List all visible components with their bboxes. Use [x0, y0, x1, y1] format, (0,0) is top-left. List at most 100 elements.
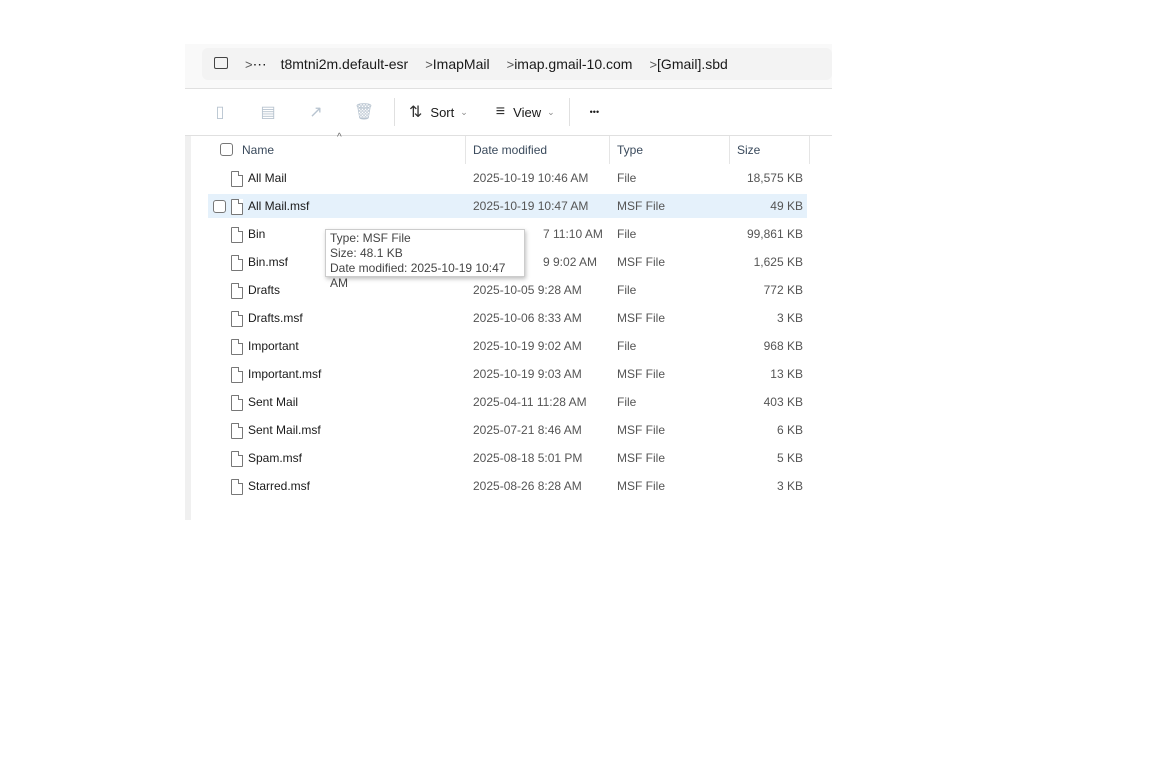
- column-size[interactable]: Size: [730, 136, 810, 164]
- divider: [394, 98, 395, 126]
- file-name: All Mail: [248, 171, 287, 185]
- file-row[interactable]: Important.msf 2025-10-19 9:03 AM MSF File 1…: [208, 362, 807, 386]
- chevron-right-icon[interactable]: >: [425, 57, 433, 72]
- computer-icon[interactable]: [214, 57, 228, 69]
- file-size: 3 KB: [776, 479, 803, 493]
- file-size: 49 KB: [770, 199, 803, 213]
- file-date: 2025-08-18 5:01 PM: [473, 451, 583, 465]
- file-icon: [231, 423, 243, 439]
- column-date-modified[interactable]: Date modified: [466, 136, 610, 164]
- file-icon: [231, 367, 243, 383]
- file-type: MSF File: [617, 479, 665, 493]
- chevron-right-icon[interactable]: >: [245, 57, 253, 72]
- file-icon: [231, 311, 243, 327]
- breadcrumb-item[interactable]: [Gmail].sbd: [657, 56, 728, 72]
- select-all-checkbox[interactable]: [220, 143, 233, 156]
- file-type: MSF File: [617, 255, 665, 269]
- file-row[interactable]: All Mail 2025-10-19 10:46 AM File 18,575 KB: [208, 166, 807, 190]
- file-date: 2025-10-19 10:47 AM: [473, 199, 589, 213]
- file-type: MSF File: [617, 367, 665, 381]
- file-row[interactable]: Drafts.msf 2025-10-06 8:33 AM MSF File 3 KB: [208, 306, 807, 330]
- file-size: 6 KB: [776, 423, 803, 437]
- file-date: 9 9:02 AM: [543, 255, 598, 269]
- file-date: 2025-10-19 10:46 AM: [473, 171, 589, 185]
- file-name: Important.msf: [248, 367, 322, 381]
- file-name: Sent Mail.msf: [248, 423, 321, 437]
- file-name: Drafts.msf: [248, 311, 303, 325]
- navigation-pane-edge: [185, 136, 191, 520]
- file-size: 772 KB: [763, 283, 803, 297]
- file-name: Bin.msf: [248, 255, 289, 269]
- file-size: 3 KB: [776, 311, 803, 325]
- file-icon: [231, 479, 243, 495]
- clipboard-icon[interactable]: ▯: [196, 102, 244, 122]
- file-row[interactable]: Spam.msf 2025-08-18 5:01 PM MSF File 5 KB: [208, 446, 807, 470]
- breadcrumb-overflow[interactable]: ⋯: [253, 56, 267, 73]
- sort-icon: ⇅: [409, 104, 423, 121]
- breadcrumb-item[interactable]: t8mtni2m.default-esr: [281, 56, 409, 72]
- file-type: File: [617, 339, 637, 353]
- rename-icon[interactable]: ▤: [244, 102, 292, 122]
- divider: [568, 98, 570, 126]
- file-name: Spam.msf: [248, 451, 303, 465]
- file-icon: [231, 255, 243, 271]
- chevron-right-icon[interactable]: >: [649, 57, 657, 72]
- file-date: 2025-10-06 8:33 AM: [473, 311, 582, 325]
- file-size: 1,625 KB: [753, 255, 803, 269]
- file-icon: [231, 199, 243, 215]
- file-name: Bin: [248, 227, 266, 241]
- chevron-down-icon: ⌄: [460, 106, 468, 117]
- breadcrumb-item[interactable]: imap.gmail-10.com: [514, 56, 632, 72]
- view-button[interactable]: ≡ View ⌄: [488, 103, 563, 121]
- column-type[interactable]: Type: [610, 136, 730, 164]
- file-type: MSF File: [617, 451, 665, 465]
- file-row[interactable]: Starred.msf 2025-08-26 8:28 AM MSF File 3 K…: [208, 474, 807, 498]
- file-size: 18,575 KB: [746, 171, 803, 185]
- chevron-right-icon[interactable]: >: [507, 57, 515, 72]
- file-row[interactable]: Sent Mail 2025-04-11 11:28 AM File 403 KB: [208, 390, 807, 414]
- address-bar: > ⋯ t8mtni2m.default-esr > ImapMail > im…: [185, 44, 832, 89]
- file-row[interactable]: Important 2025-10-19 9:02 AM File 968 KB: [208, 334, 807, 358]
- file-row[interactable]: All Mail.msf 2025-10-19 10:47 AM MSF File 4…: [208, 194, 807, 218]
- file-name: Drafts: [248, 283, 281, 297]
- file-size: 99,861 KB: [746, 227, 803, 241]
- command-bar: ▯ ▤ ↗ 🗑︎ ⇅ Sort ⌄ ≡ View ⌄ •••: [185, 89, 832, 136]
- file-tooltip: Type: MSF File Size: 48.1 KB Date modifi…: [325, 229, 525, 290]
- file-type: File: [617, 283, 637, 297]
- column-header: ^ Name Date modified Type Size: [185, 132, 832, 164]
- breadcrumb[interactable]: > ⋯ t8mtni2m.default-esr > ImapMail > im…: [202, 48, 832, 80]
- file-type: File: [617, 227, 637, 241]
- view-label: View: [513, 104, 542, 120]
- file-name: Starred.msf: [248, 479, 311, 493]
- file-icon: [231, 283, 243, 299]
- trash-icon[interactable]: 🗑︎: [340, 102, 388, 122]
- file-date: 2025-10-19 9:03 AM: [473, 367, 582, 381]
- file-icon: [231, 395, 243, 411]
- file-size: 968 KB: [763, 339, 803, 353]
- file-name: All Mail.msf: [248, 199, 310, 213]
- file-type: MSF File: [617, 199, 665, 213]
- breadcrumb-item[interactable]: ImapMail: [433, 56, 490, 72]
- file-type: File: [617, 171, 637, 185]
- share-icon[interactable]: ↗: [292, 102, 340, 122]
- file-icon: [231, 451, 243, 467]
- file-type: MSF File: [617, 311, 665, 325]
- sort-button[interactable]: ⇅ Sort ⌄: [401, 102, 476, 122]
- file-date: 2025-10-19 9:02 AM: [473, 339, 582, 353]
- file-size: 403 KB: [763, 395, 803, 409]
- file-icon: [231, 171, 243, 187]
- column-name[interactable]: Name: [208, 136, 466, 164]
- file-date: 2025-07-21 8:46 AM: [473, 423, 582, 437]
- view-icon: ≡: [495, 103, 506, 120]
- sort-label: Sort: [430, 104, 455, 120]
- file-size: 5 KB: [776, 451, 803, 465]
- file-date: 7 11:10 AM: [543, 227, 603, 241]
- file-name: Sent Mail: [248, 395, 299, 409]
- file-type: MSF File: [617, 423, 665, 437]
- row-checkbox[interactable]: [213, 200, 226, 213]
- file-date: 2025-08-26 8:28 AM: [473, 479, 582, 493]
- chevron-down-icon: ⌄: [547, 106, 555, 117]
- more-options-button[interactable]: •••: [582, 107, 607, 117]
- file-date: 2025-04-11 11:28 AM: [473, 395, 587, 409]
- file-row[interactable]: Sent Mail.msf 2025-07-21 8:46 AM MSF File 6…: [208, 418, 807, 442]
